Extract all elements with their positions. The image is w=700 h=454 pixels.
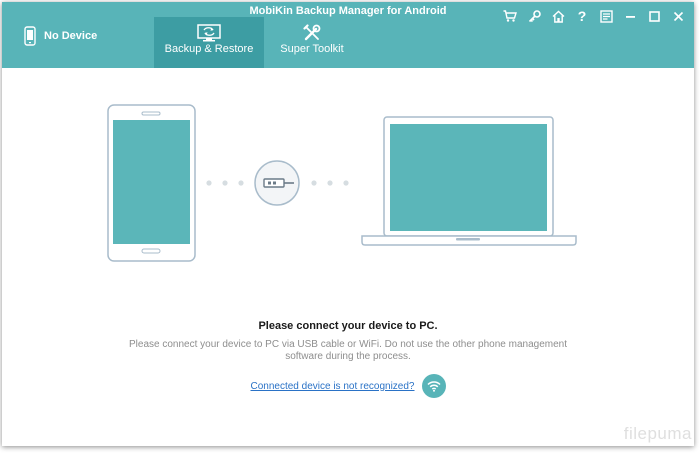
help-link-row: Connected device is not recognized? — [2, 374, 694, 398]
connection-dots-right — [311, 180, 349, 186]
usb-cable-icon — [254, 160, 300, 206]
phone-icon — [107, 104, 196, 262]
connect-description: Please connect your device to PC via USB… — [128, 339, 567, 362]
watermark: filepuma — [623, 424, 692, 443]
connection-illustration — [107, 104, 577, 262]
wifi-icon — [426, 381, 441, 392]
app-window: MobiKin Backup Manager for Android No De… — [2, 2, 694, 446]
connection-dots-left — [206, 180, 244, 186]
not-recognized-link[interactable]: Connected device is not recognized? — [251, 381, 415, 392]
laptop-icon — [361, 116, 577, 246]
wifi-button[interactable] — [421, 374, 446, 398]
connect-title: Please connect your device to PC. — [258, 320, 438, 332]
